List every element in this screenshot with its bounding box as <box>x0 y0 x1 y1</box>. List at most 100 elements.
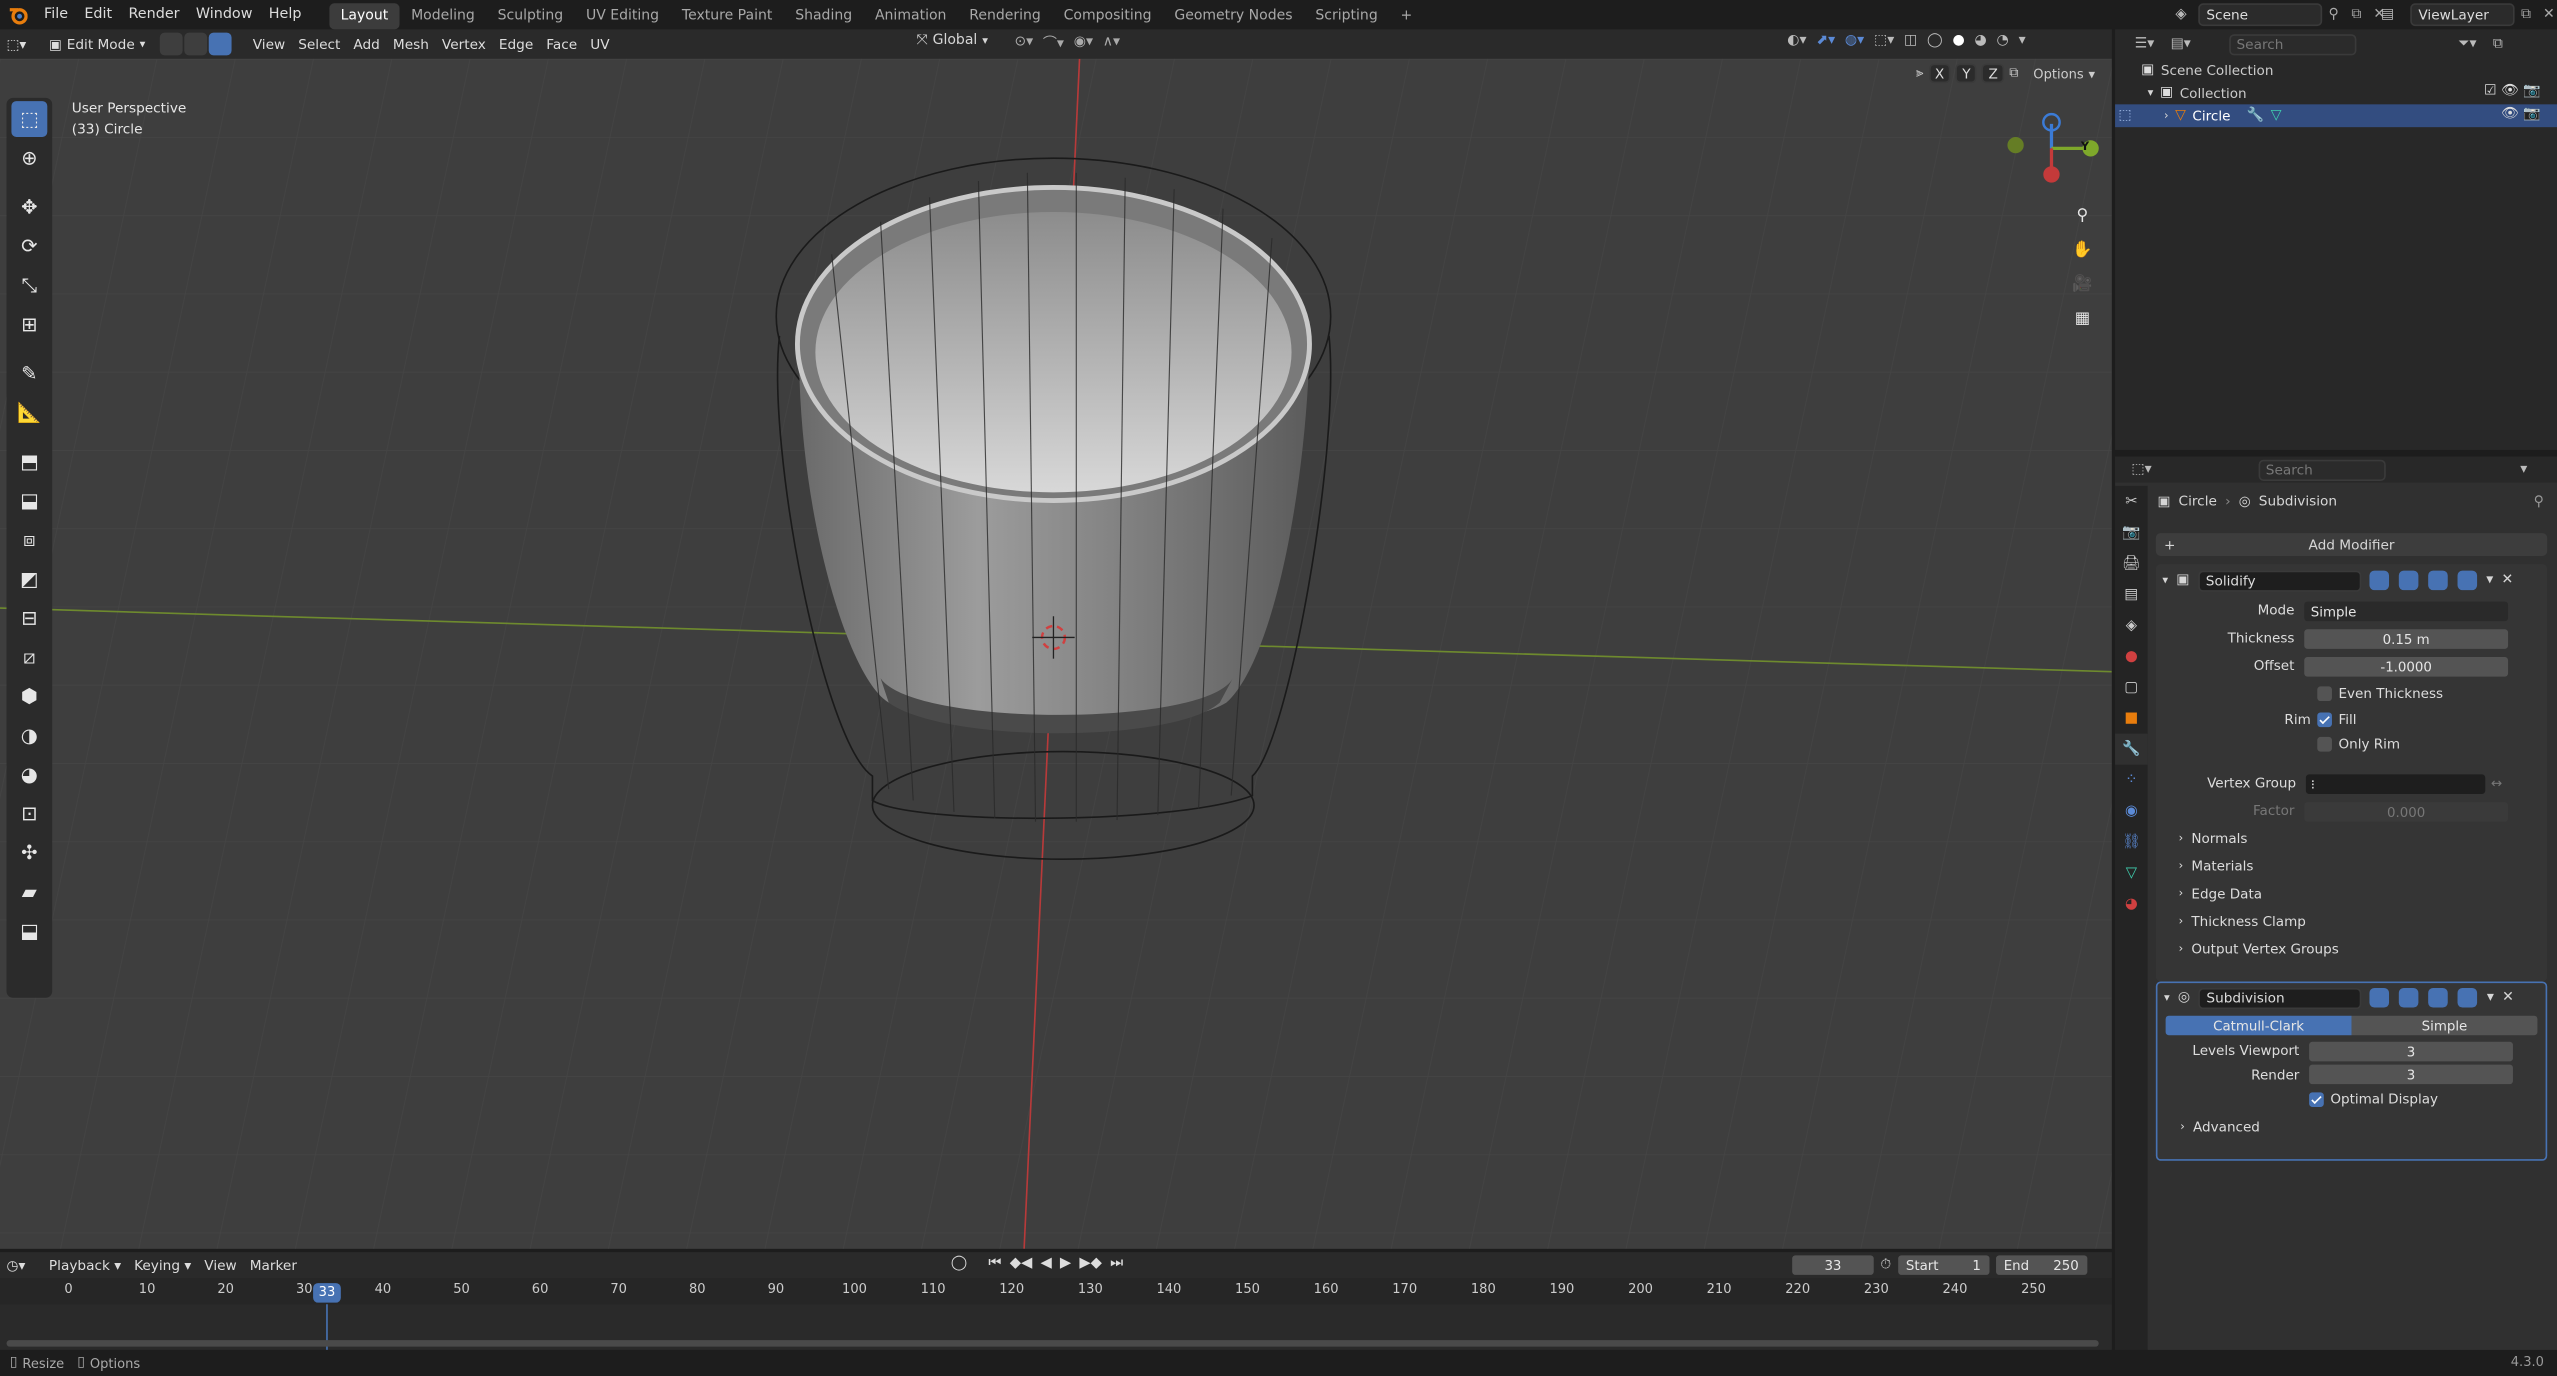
outliner-search-input[interactable]: Search <box>2229 33 2358 55</box>
workspace-tab-sculpting[interactable]: Sculpting <box>486 2 574 28</box>
render-toggle-icon[interactable] <box>2456 570 2477 591</box>
mode-dropdown[interactable]: ▣ Edit Mode ▾ <box>42 33 153 56</box>
tab-simple[interactable]: Simple <box>2351 1015 2538 1036</box>
new-scene-icon[interactable]: ⧉ <box>2345 7 2368 23</box>
output-tab-icon[interactable]: 🖨 <box>2115 548 2148 579</box>
play-reverse-icon[interactable]: ◀ <box>1040 1255 1051 1271</box>
move-icon[interactable]: ✥ <box>11 189 47 225</box>
camera-icon[interactable]: 🎥 <box>2068 269 2097 298</box>
grid-toggle-icon[interactable]: ▦ <box>2068 303 2097 332</box>
cage-toggle-icon[interactable] <box>2398 987 2419 1008</box>
workspace-tab-compositing[interactable]: Compositing <box>1052 2 1163 28</box>
menu-render[interactable]: Render <box>120 0 187 29</box>
view-layer-name-field[interactable]: ViewLayer <box>2410 3 2515 27</box>
options-dropdown[interactable]: Options <box>2033 66 2083 81</box>
snap-icon[interactable]: ⌒▾ <box>1043 33 1064 52</box>
mesh-data-icon[interactable]: ▽ <box>2271 108 2282 124</box>
subdivision-name-field[interactable]: Subdivision <box>2198 987 2362 1009</box>
menu-keying[interactable]: Keying ▾ <box>128 1254 198 1277</box>
subpanel-output-vertex-groups[interactable]: › Output Vertex Groups <box>2156 936 2547 964</box>
select-box-icon[interactable]: ⬚ <box>11 101 48 137</box>
timeline-scrollbar[interactable] <box>6 1340 2099 1347</box>
tab-catmull-clark[interactable]: Catmull-Clark <box>2165 1015 2352 1036</box>
workspace-tab-animation[interactable]: Animation <box>864 2 958 28</box>
workspace-tab-shading[interactable]: Shading <box>784 2 864 28</box>
physics-tab-icon[interactable]: ◉ <box>2115 796 2148 827</box>
editor-type-icon[interactable]: ⬚▾ <box>0 33 42 56</box>
mode-dropdown[interactable]: Simple <box>2304 600 2509 621</box>
offset-field[interactable]: -1.0000 <box>2304 656 2509 676</box>
spin-icon[interactable]: ◑ <box>11 717 47 753</box>
object-tab-icon[interactable]: ■ <box>2115 703 2148 734</box>
measure-icon[interactable]: 📐 <box>11 395 47 431</box>
scene-name-field[interactable]: Scene <box>2198 3 2323 27</box>
menu-edge[interactable]: Edge <box>492 33 539 56</box>
chevron-down-icon[interactable]: ▾ <box>2148 86 2154 99</box>
visibility-toggles[interactable]: ☑ 👁 📷 <box>2484 83 2541 99</box>
pan-hand-icon[interactable]: ✋ <box>2068 235 2097 264</box>
edit-mode-toggle-icon[interactable] <box>2369 987 2390 1008</box>
transform-icon[interactable]: ⊞ <box>11 307 47 343</box>
render-tab-icon[interactable]: 📷 <box>2115 517 2148 548</box>
chevron-down-icon[interactable]: ▾ <box>2162 574 2168 587</box>
factor-field[interactable]: 0.000 <box>2304 801 2509 821</box>
view-layer-tab-icon[interactable]: ▤ <box>2115 579 2148 610</box>
pin-icon[interactable]: ⚲ <box>2322 7 2345 23</box>
timeline-area[interactable]: 0 10 20 30 40 50 60 70 80 90 100 110 120 130 140 150 160… <box>0 1278 2112 1350</box>
rotate-icon[interactable]: ⟳ <box>11 228 47 264</box>
solidify-name-field[interactable]: Solidify <box>2197 569 2361 591</box>
menu-uv[interactable]: UV <box>584 33 616 56</box>
zoom-icon[interactable]: ⚲ <box>2068 201 2097 230</box>
menu-view[interactable]: View <box>246 33 291 56</box>
3d-viewport[interactable]: User Perspective (33) Circle Y ⚲ ✋ 🎥 ▦ ⫸… <box>0 58 2112 1249</box>
editor-type-icon[interactable]: ☰▾ <box>2135 36 2155 52</box>
close-icon[interactable]: ✕ <box>2502 990 2514 1006</box>
menu-vertex[interactable]: Vertex <box>435 33 492 56</box>
stopwatch-icon[interactable]: ⏱ <box>1880 1257 1891 1273</box>
inset-icon[interactable]: ⧈ <box>11 522 47 558</box>
workspace-tab-layout[interactable]: Layout <box>329 2 400 29</box>
new-view-layer-icon[interactable]: ⧉ <box>2515 7 2538 23</box>
edge-select-icon[interactable] <box>184 32 208 56</box>
modifier-wrench-icon[interactable]: 🔧 <box>2247 108 2264 124</box>
end-frame-field[interactable]: End 250 <box>1995 1255 2087 1275</box>
subpanel-materials[interactable]: › Materials <box>2156 853 2547 881</box>
menu-marker[interactable]: Marker <box>243 1254 303 1277</box>
extrude-icon[interactable]: ⬓ <box>11 483 47 519</box>
blender-logo-icon[interactable] <box>0 0 36 29</box>
fill-checkbox[interactable] <box>2317 712 2332 728</box>
current-frame-field[interactable]: 33 <box>1792 1255 1874 1275</box>
shrink-fatten-icon[interactable]: ✣ <box>11 835 47 871</box>
workspace-tab-uv-editing[interactable]: UV Editing <box>575 2 671 28</box>
close-icon[interactable]: ✕ <box>2537 7 2557 23</box>
even-thickness-row[interactable]: Even Thickness <box>2156 680 2547 708</box>
face-select-icon[interactable] <box>208 32 232 56</box>
viewport-toggle-icon[interactable] <box>2427 570 2448 591</box>
playhead-frame-badge[interactable]: 33 <box>313 1283 341 1303</box>
subpanel-edge-data[interactable]: › Edge Data <box>2156 880 2547 908</box>
auto-merge-icon[interactable]: ⧉ <box>2009 65 2018 81</box>
outliner-row-circle[interactable]: ⬚ › ▽ Circle 🔧 ▽ 👁 📷 <box>2115 104 2557 128</box>
poly-build-icon[interactable]: ⬢ <box>11 678 47 714</box>
axis-z-toggle[interactable]: Z <box>1981 63 2005 84</box>
xray-icon[interactable]: ◫ <box>1904 33 1917 49</box>
menu-window[interactable]: Window <box>188 0 261 29</box>
edit-mode-toggle-icon[interactable] <box>2368 570 2389 591</box>
viewport-toggle-icon[interactable] <box>2428 987 2448 1008</box>
render-toggle-icon[interactable] <box>2457 987 2478 1008</box>
pivot-icon[interactable]: ⊙▾ <box>1014 34 1033 50</box>
tool-tab-icon[interactable]: ✂ <box>2115 486 2148 517</box>
falloff-icon[interactable]: ∧▾ <box>1103 34 1120 50</box>
loop-cut-icon[interactable]: ⊟ <box>11 600 47 636</box>
visibility-icon[interactable]: ◐▾ <box>1787 33 1806 49</box>
proportional-edit-icon[interactable]: ◉▾ <box>1074 34 1093 50</box>
visibility-toggles[interactable]: 👁 📷 <box>2501 106 2541 122</box>
constraints-tab-icon[interactable]: ⛓ <box>2115 827 2148 858</box>
shear-icon[interactable]: ▰ <box>11 874 47 910</box>
chevron-down-icon[interactable]: ▾ <box>2520 461 2527 477</box>
chevron-down-icon[interactable]: ▾ <box>2164 991 2170 1004</box>
menu-help[interactable]: Help <box>261 0 310 29</box>
display-mode-icon[interactable]: ▤▾ <box>2171 36 2191 52</box>
rip-region-icon[interactable]: ⬓ <box>11 913 47 949</box>
subpanel-advanced[interactable]: › Advanced <box>2157 1114 2545 1142</box>
